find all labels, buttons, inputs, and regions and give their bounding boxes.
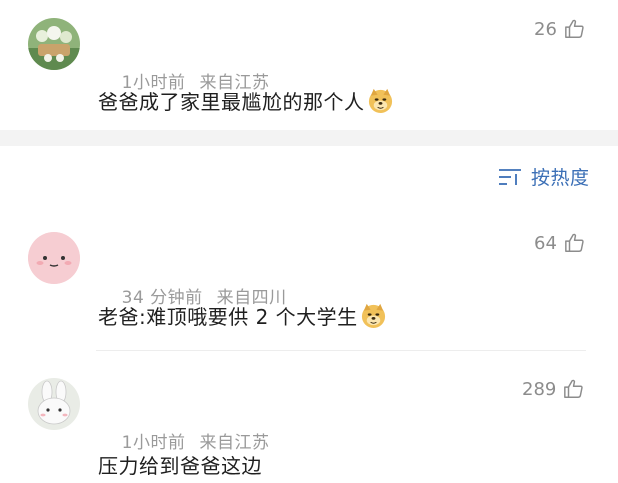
thumbs-up-icon	[565, 233, 584, 252]
sort-label: 按热度	[531, 167, 590, 189]
comment-text: 老爸:难顶哦要供 2 个大学生	[98, 301, 387, 330]
avatar[interactable]	[28, 18, 80, 70]
like-count: 64	[534, 232, 557, 254]
comment-body: 压力给到爸爸这边	[98, 454, 262, 478]
avatar[interactable]	[28, 378, 80, 430]
bunny-avatar-icon	[28, 378, 80, 430]
doge-emoji-icon	[368, 88, 392, 114]
like-button[interactable]: 26	[534, 18, 586, 40]
comment-item: 34 分钟前 来自四川 老爸:难顶哦要供 2 个大学生 64	[0, 218, 618, 348]
green-photo-avatar-icon	[28, 18, 80, 70]
sort-by-hot-button[interactable]: 按热度	[497, 163, 590, 190]
comment-body: 老爸:难顶哦要供 2 个大学生	[98, 305, 358, 329]
thumbs-up-icon	[564, 379, 584, 398]
pink-face-avatar-icon	[28, 232, 80, 284]
doge-emoji-icon	[361, 303, 385, 329]
like-count: 289	[522, 378, 557, 400]
comment-item: 1小时前 来自江苏 压力给到爸爸这边 289	[0, 362, 618, 483]
comment-body: 爸爸成了家里最尴尬的那个人	[98, 90, 365, 114]
comment-item: 1小时前 来自江苏 爸爸成了家里最尴尬的那个人 26	[0, 0, 618, 130]
like-button[interactable]: 289	[522, 378, 585, 400]
comment-text: 压力给到爸爸这边	[98, 450, 262, 479]
thumbs-up-icon	[565, 19, 584, 38]
comment-text: 爸爸成了家里最尴尬的那个人	[98, 86, 394, 115]
section-separator	[0, 130, 618, 146]
avatar[interactable]	[28, 232, 80, 284]
like-button[interactable]: 64	[534, 232, 586, 254]
sort-icon	[499, 168, 521, 185]
comment-divider	[96, 350, 586, 351]
like-count: 26	[534, 18, 557, 40]
